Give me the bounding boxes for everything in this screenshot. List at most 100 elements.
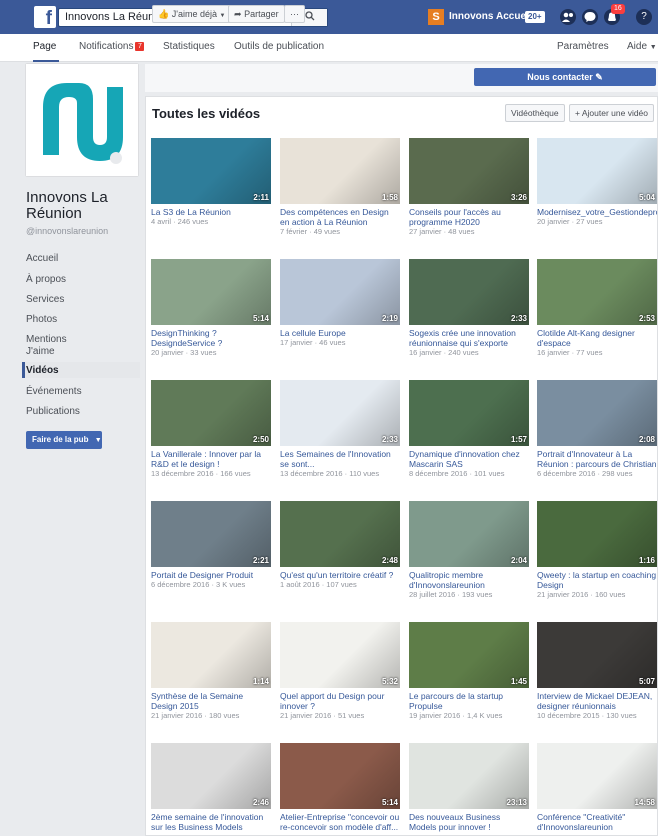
video-card[interactable]: 2:33 Les Semaines de l'Innovation se sont… (280, 380, 400, 479)
video-card[interactable]: 5:14 DesignThinking ? DesigndeService ? 20… (151, 259, 271, 358)
video-title[interactable]: La Vanillerale : Innover par la R&D et l… (151, 449, 271, 469)
video-card[interactable]: 1:14 Synthèse de la Semaine Design 2015 21… (151, 622, 271, 721)
video-title[interactable]: Modernisez_votre_Gestiondeprojet (537, 207, 657, 217)
video-title[interactable]: Des nouveaux Business Models pour innove… (409, 812, 529, 832)
video-thumbnail[interactable]: 2:04 (409, 501, 529, 567)
profile-picture[interactable] (26, 64, 138, 176)
video-thumbnail[interactable]: 1:45 (409, 622, 529, 688)
video-card[interactable]: 2:11 La S3 de La Réunion 4 avril · 246 vue… (151, 138, 271, 227)
video-card[interactable]: 2:21 Portait de Designer Produit 6 décembr… (151, 501, 271, 590)
help-icon[interactable]: ? (636, 9, 652, 25)
share-button[interactable]: ➦ Partager (228, 5, 285, 23)
sidebar-item-home[interactable]: Accueil (26, 253, 134, 265)
video-title[interactable]: Synthèse de la Semaine Design 2015 (151, 691, 271, 711)
settings-link[interactable]: Paramètres (557, 34, 609, 62)
video-card[interactable]: 1:58 Des compétences en Design en action … (280, 138, 400, 237)
video-thumbnail[interactable]: 1:16 (537, 501, 657, 567)
video-card[interactable]: 2:08 Portrait d'Innovateur à La Réunion :… (537, 380, 657, 479)
video-card[interactable]: 2:04 Qualitropic membre d'Innovonslareuni… (409, 501, 529, 600)
video-card[interactable]: 2:50 La Vanillerale : Innover par la R&D … (151, 380, 271, 479)
video-card[interactable]: 1:57 Dynamique d'innovation chez Mascarin… (409, 380, 529, 479)
messages-icon[interactable] (582, 9, 598, 25)
sidebar-item-likes[interactable]: Mentions J'aime (26, 334, 70, 358)
video-title[interactable]: Portrait d'Innovateur à La Réunion : par… (537, 449, 657, 469)
video-title[interactable]: Clotilde Alt-Kang designer d'espace (537, 328, 657, 348)
add-video-button[interactable]: + Ajouter une vidéo (569, 104, 655, 122)
video-card[interactable]: 1:16 Qweety : la startup en coaching Desi… (537, 501, 657, 600)
tab-statistics[interactable]: Statistiques (163, 34, 215, 62)
video-card[interactable]: 5:04 Modernisez_votre_Gestiondeprojet 20 j… (537, 138, 657, 227)
sidebar-item-videos[interactable]: Vidéos (26, 365, 134, 377)
sidebar-item-events[interactable]: Événements (26, 386, 134, 398)
video-library-button[interactable]: Vidéothèque (505, 104, 565, 122)
video-title[interactable]: DesignThinking ? DesigndeService ? (151, 328, 271, 348)
video-thumbnail[interactable]: 5:14 (151, 259, 271, 325)
page-handle[interactable]: @innovonslareunion (26, 226, 108, 236)
video-thumbnail[interactable]: 2:08 (537, 380, 657, 446)
video-thumbnail[interactable]: 2:19 (280, 259, 400, 325)
user-name-link[interactable]: Innovons (449, 0, 493, 34)
video-title[interactable]: La S3 de La Réunion (151, 207, 271, 217)
video-thumbnail[interactable]: 2:48 (280, 501, 400, 567)
video-thumbnail[interactable]: 5:32 (280, 622, 400, 688)
facebook-logo-icon[interactable]: f (34, 6, 56, 29)
video-thumbnail[interactable]: 2:33 (409, 259, 529, 325)
video-card[interactable]: 3:26 Conseils pour l'accès au programme H… (409, 138, 529, 237)
like-button[interactable]: 👍 J'aime déjà ▼ (152, 5, 232, 23)
help-link[interactable]: Aide ▼ (627, 34, 657, 62)
video-card[interactable]: 1:45 Le parcours de la startup Propulse 19… (409, 622, 529, 721)
more-button[interactable]: ··· (284, 5, 305, 23)
video-title[interactable]: Interview de Mickael DEJEAN, designer ré… (537, 691, 657, 711)
video-thumbnail[interactable]: 2:53 (537, 259, 657, 325)
contact-button[interactable]: Nous contacter ✎ (474, 68, 656, 86)
video-thumbnail[interactable]: 2:21 (151, 501, 271, 567)
video-title[interactable]: Atelier-Entreprise "concevoir ou re-conc… (280, 812, 400, 832)
video-thumbnail[interactable]: 5:04 (537, 138, 657, 204)
video-title[interactable]: Quel apport du Design pour innover ? (280, 691, 400, 711)
sidebar-item-posts[interactable]: Publications (26, 406, 134, 418)
sidebar-item-photos[interactable]: Photos (26, 314, 134, 326)
video-title[interactable]: Conférence "Creativité" d'Innovonslareun… (537, 812, 657, 832)
video-card[interactable]: 2:19 La cellule Europe 17 janvier · 46 vue… (280, 259, 400, 348)
promote-button[interactable]: Faire de la pub ▼ (26, 431, 102, 449)
tab-page[interactable]: Page (33, 34, 59, 62)
video-title[interactable]: Qu'est qu'un territoire créatif ? (280, 570, 400, 580)
video-title[interactable]: Qweety : la startup en coaching Design (537, 570, 657, 590)
video-card[interactable]: 2:48 Qu'est qu'un territoire créatif ? 1 a… (280, 501, 400, 590)
video-title[interactable]: Les Semaines de l'Innovation se sont... (280, 449, 400, 469)
video-card[interactable]: 5:32 Quel apport du Design pour innover ?… (280, 622, 400, 721)
video-thumbnail[interactable]: 2:11 (151, 138, 271, 204)
video-card[interactable]: 5:14 Atelier-Entreprise "concevoir ou re-… (280, 743, 400, 832)
video-title[interactable]: 2ème semaine de l'innovation sur les Bus… (151, 812, 271, 832)
video-title[interactable]: La cellule Europe (280, 328, 400, 338)
page-name[interactable]: Innovons La Réunion (26, 190, 146, 222)
video-thumbnail[interactable]: 5:07 (537, 622, 657, 688)
video-thumbnail[interactable]: 1:14 (151, 622, 271, 688)
video-card[interactable]: 5:07 Interview de Mickael DEJEAN, designe… (537, 622, 657, 721)
video-thumbnail[interactable]: 2:46 (151, 743, 271, 809)
video-thumbnail[interactable]: 14:58 (537, 743, 657, 809)
video-card[interactable]: 2:53 Clotilde Alt-Kang designer d'espace 1… (537, 259, 657, 358)
video-thumbnail[interactable]: 23:13 (409, 743, 529, 809)
friend-requests-icon[interactable] (560, 9, 576, 25)
video-thumbnail[interactable]: 3:26 (409, 138, 529, 204)
video-title[interactable]: Portait de Designer Produit (151, 570, 271, 580)
sidebar-item-services[interactable]: Services (26, 294, 134, 306)
video-card[interactable]: 23:13 Des nouveaux Business Models pour i… (409, 743, 529, 832)
sidebar-item-about[interactable]: À propos (26, 274, 134, 286)
video-thumbnail[interactable]: 2:33 (280, 380, 400, 446)
tab-publishing-tools[interactable]: Outils de publication (234, 34, 324, 62)
video-title[interactable]: Le parcours de la startup Propulse (409, 691, 529, 711)
video-card[interactable]: 2:33 Sogexis crée une innovation réunionn… (409, 259, 529, 358)
video-title[interactable]: Conseils pour l'accès au programme H2020 (409, 207, 529, 227)
user-avatar[interactable]: S (428, 9, 444, 25)
video-thumbnail[interactable]: 5:14 (280, 743, 400, 809)
video-title[interactable]: Dynamique d'innovation chez Mascarin SAS (409, 449, 529, 469)
video-thumbnail[interactable]: 1:58 (280, 138, 400, 204)
video-thumbnail[interactable]: 2:50 (151, 380, 271, 446)
video-title[interactable]: Des compétences en Design en action à La… (280, 207, 400, 227)
video-title[interactable]: Qualitropic membre d'Innovonslareunion (409, 570, 529, 590)
video-title[interactable]: Sogexis crée une innovation réunionnaise… (409, 328, 529, 348)
video-card[interactable]: 2:46 2ème semaine de l'innovation sur les… (151, 743, 271, 832)
video-thumbnail[interactable]: 1:57 (409, 380, 529, 446)
